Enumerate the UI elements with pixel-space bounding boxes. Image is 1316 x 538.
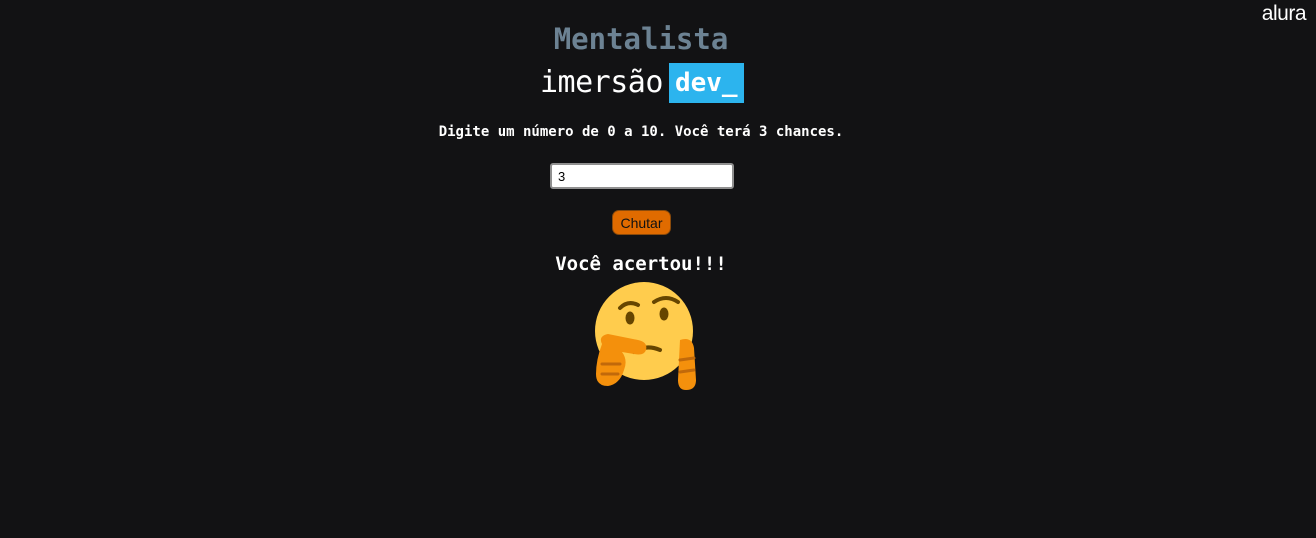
page: alura Mentalista imersão dev_ Digite um … — [0, 0, 1316, 538]
page-title: Mentalista — [553, 22, 729, 56]
guess-button[interactable]: Chutar — [612, 210, 671, 235]
thumb — [678, 339, 696, 390]
result-message: Você acertou!!! — [555, 253, 727, 275]
imersao-dev-brand: imersão dev_ — [540, 63, 744, 103]
brand-dev-badge: dev_ — [668, 63, 744, 103]
guess-input[interactable] — [550, 163, 734, 189]
thinking-face-icon — [595, 282, 696, 390]
brand-word: imersão — [540, 65, 663, 100]
instructions-text: Digite um número de 0 a 10. Você terá 3 … — [438, 124, 844, 140]
right-eye — [659, 307, 669, 321]
left-eye — [625, 311, 635, 325]
